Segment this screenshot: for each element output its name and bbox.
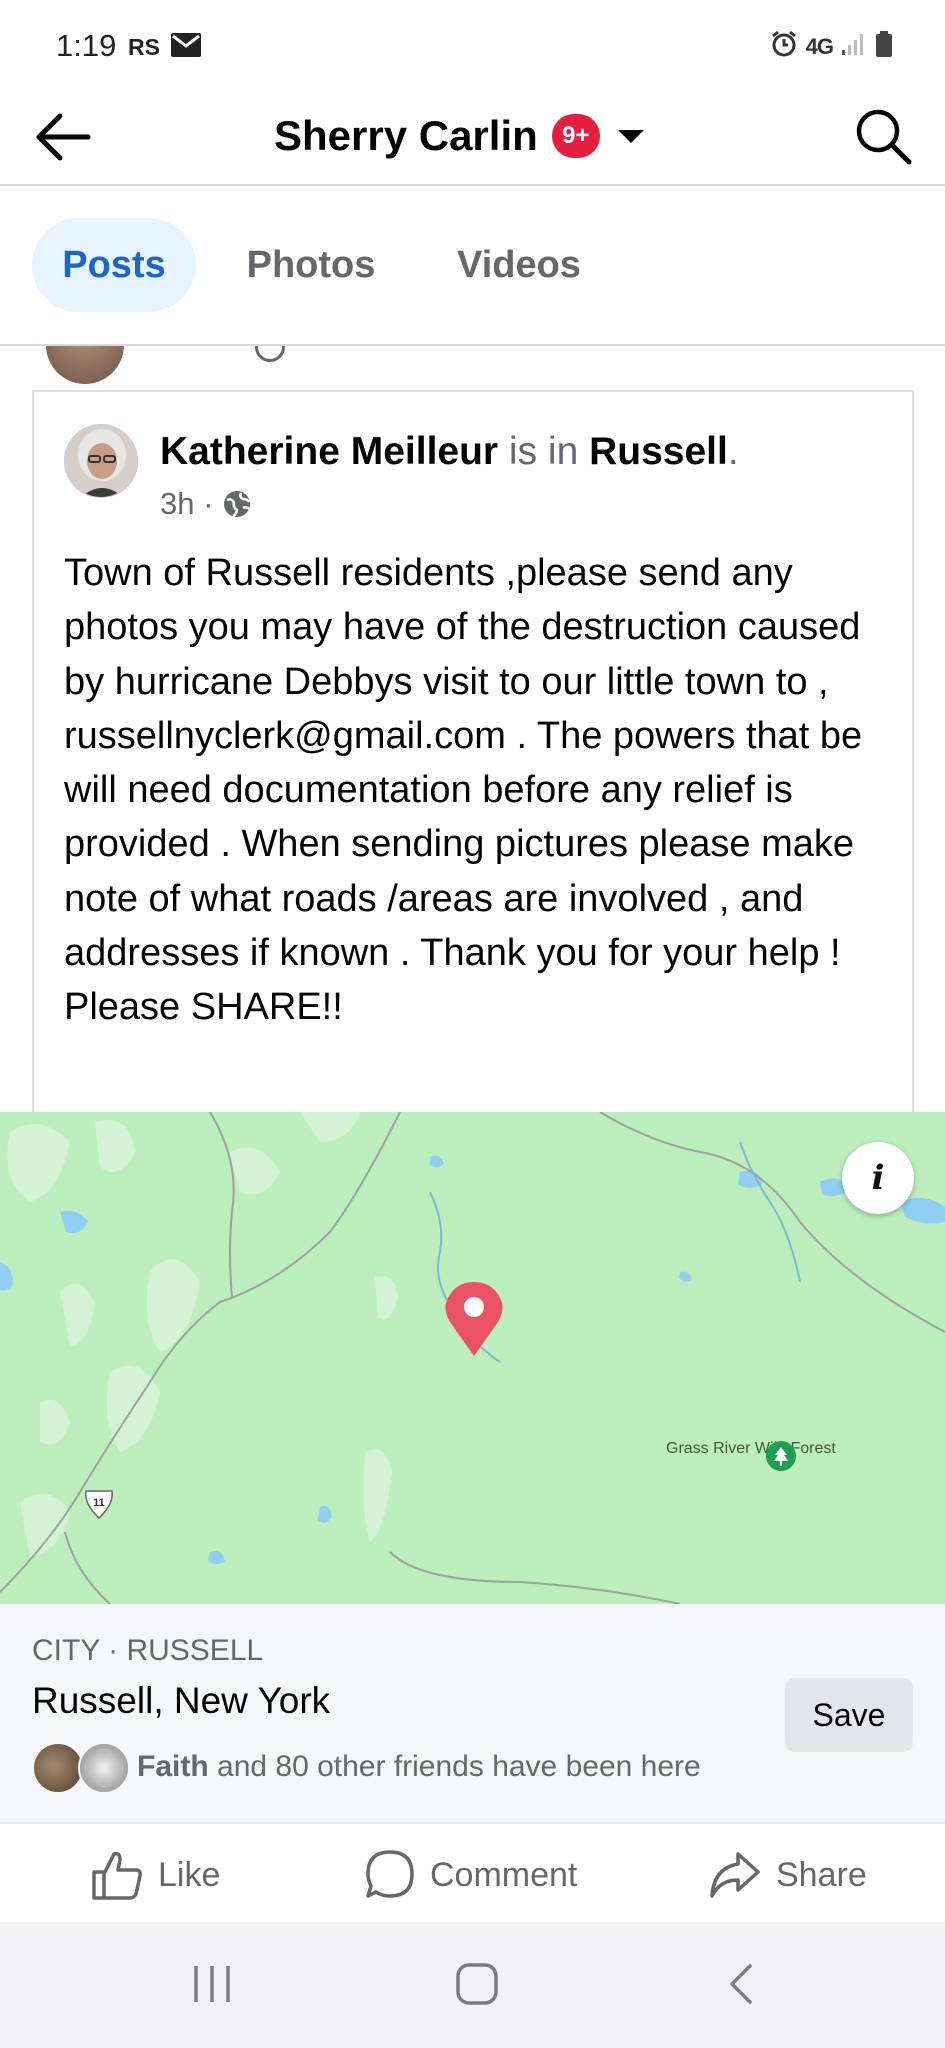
avatar (78, 1742, 130, 1794)
is-in-text: is in (498, 430, 590, 473)
friend-name: Faith (137, 1750, 209, 1783)
comment-label: Comment (430, 1855, 578, 1894)
comment-bubble-icon (366, 1850, 414, 1898)
signal-icon (841, 32, 867, 61)
mail-icon (170, 32, 202, 63)
tab-photos[interactable]: Photos (228, 218, 394, 312)
avatar (46, 346, 124, 384)
carrier-label: RS (128, 34, 160, 60)
notification-badge: 9+ (551, 114, 600, 158)
place-link[interactable]: Russell (589, 430, 728, 473)
like-label: Like (158, 1855, 221, 1894)
friends-count-text: and 80 other friends have been here (208, 1750, 701, 1783)
like-button[interactable]: Like (90, 1846, 220, 1904)
alarm-icon (770, 30, 798, 63)
tab-posts[interactable]: Posts (32, 218, 196, 312)
share-label: Share (776, 1855, 867, 1894)
location-category: CITY · RUSSELL (32, 1634, 264, 1667)
author-name[interactable]: Katherine Meilleur (160, 430, 498, 473)
system-nav-bar (0, 1922, 945, 2048)
poi-label: Grass River Wild Forest (666, 1440, 836, 1457)
header-period: . (727, 430, 739, 473)
map-pin-icon (442, 1278, 506, 1363)
location-info[interactable]: CITY · RUSSELL Russell, New York Faith a… (0, 1604, 945, 1822)
thumbs-up-icon (92, 1851, 142, 1900)
page-title: Sherry Carlin (274, 112, 538, 159)
friend-avatars (32, 1742, 132, 1794)
post-header: Katherine Meilleur is in Russell. (160, 430, 739, 474)
globe-icon (224, 491, 251, 518)
location-name[interactable]: Russell, New York (32, 1680, 330, 1722)
system-back-icon[interactable] (726, 1962, 756, 2011)
tree-icon (766, 1441, 796, 1471)
profile-switcher[interactable]: Sherry Carlin 9+ (274, 106, 644, 166)
shared-post-card: Katherine Meilleur is in Russell. 3h · T… (32, 390, 914, 1112)
status-icons: 4G (770, 30, 893, 63)
friends-visited-text: Faith and 80 other friends have been her… (137, 1750, 701, 1784)
chevron-down-icon[interactable] (617, 129, 644, 143)
network-label: 4G (805, 33, 834, 59)
share-button[interactable]: Share (708, 1846, 867, 1904)
back-arrow-icon[interactable] (30, 104, 96, 170)
home-icon[interactable] (455, 1962, 499, 2011)
status-time: 1:19 (56, 28, 117, 63)
battery-icon (875, 30, 893, 63)
post-text: Town of Russell residents ,please send a… (64, 552, 863, 1029)
post-meta: 3h · (160, 486, 253, 522)
post-actions: Like Comment Share (0, 1822, 945, 1922)
tab-videos[interactable]: Videos (438, 218, 600, 312)
map-info-button[interactable]: i (842, 1142, 914, 1214)
previous-post-peek (0, 346, 945, 390)
author-avatar[interactable] (64, 424, 138, 498)
recent-apps-icon[interactable] (190, 1962, 234, 2011)
globe-icon (255, 346, 285, 362)
status-bar: 1:19 RS 4G (0, 0, 945, 88)
route-shield: 11 (82, 1488, 116, 1525)
search-icon[interactable] (849, 102, 917, 170)
share-arrow-icon (710, 1852, 760, 1898)
save-button[interactable]: Save (785, 1678, 913, 1752)
route-number: 11 (93, 1497, 105, 1509)
avatar (32, 1742, 84, 1794)
comment-button[interactable]: Comment (364, 1846, 577, 1904)
profile-tabs: Posts Photos Videos (0, 188, 945, 346)
page-header: Sherry Carlin 9+ (0, 88, 945, 186)
post-time[interactable]: 3h · (160, 486, 213, 522)
